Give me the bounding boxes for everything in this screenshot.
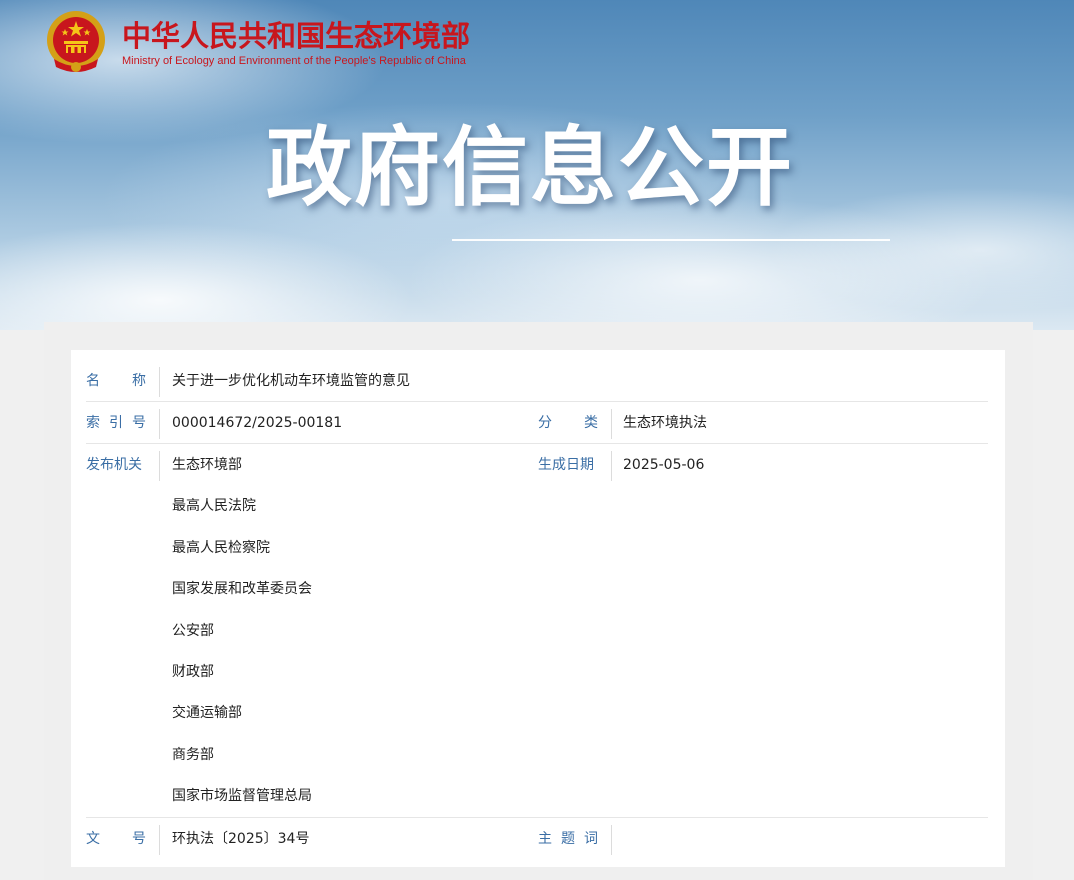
index-value: 000014672/2025-00181: [172, 415, 343, 431]
issuer-label: 发布机关: [86, 451, 160, 481]
info-row-name: 名 称 关于进一步优化机动车环境监管的意见: [86, 367, 988, 402]
date-label: 生成日期: [538, 451, 612, 481]
issuer-item: 国家发展和改革委员会: [172, 581, 312, 597]
name-label: 名 称: [86, 367, 160, 397]
page-title: 政府信息公开: [266, 118, 794, 218]
issuer-item: 最高人民法院: [172, 498, 256, 514]
org-name-cn: 中华人民共和国生态环境部: [122, 18, 471, 53]
category-value: 生态环境执法: [623, 415, 707, 431]
info-row-index: 索 引 号 000014672/2025-00181 分 类 生态环境执法: [86, 409, 988, 444]
issuer-item: 生态环境部: [172, 457, 242, 473]
date-value: 2025-05-06: [623, 457, 705, 473]
issuer-item: 公安部: [172, 623, 214, 639]
info-row-docno: 文 号 环执法〔2025〕34号 主 题 词: [86, 825, 988, 855]
category-label: 分 类: [538, 409, 612, 439]
issuer-item: 财政部: [172, 664, 214, 680]
name-value: 关于进一步优化机动车环境监管的意见: [172, 373, 410, 389]
issuer-item: 国家市场监督管理总局: [172, 788, 312, 804]
index-label: 索 引 号: [86, 409, 160, 439]
national-emblem-icon: [47, 11, 105, 72]
site-logo[interactable]: 中华人民共和国生态环境部 Ministry of Ecology and Env…: [44, 9, 470, 75]
issuer-item: 商务部: [172, 747, 214, 763]
doc-no-label: 文 号: [86, 825, 160, 855]
topic-label: 主 题 词: [538, 825, 612, 855]
org-name-en: Ministry of Ecology and Environment of t…: [122, 54, 466, 67]
title-underline: [452, 239, 890, 241]
issuer-item: 最高人民检察院: [172, 540, 270, 556]
doc-no-value: 环执法〔2025〕34号: [172, 831, 310, 847]
issuer-item: 交通运输部: [172, 705, 242, 721]
